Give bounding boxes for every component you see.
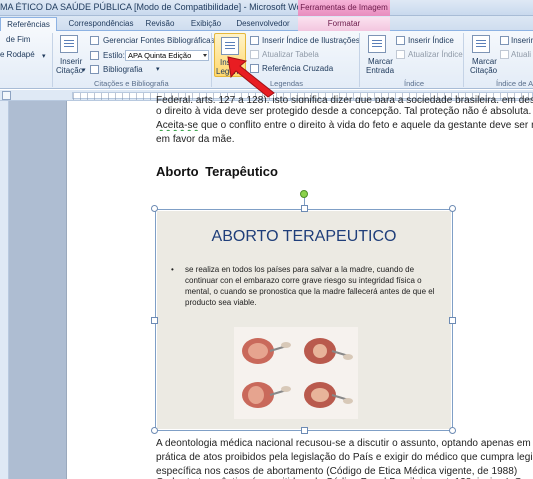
insert-table-of-authorities-button[interactable]: Inserir bbox=[511, 36, 533, 45]
document-heading: Aborto Terapêutico bbox=[156, 164, 278, 179]
mark-entry-button-line1[interactable]: Marcar bbox=[368, 57, 393, 66]
illustration-panel-1 bbox=[242, 338, 291, 364]
group-separator bbox=[463, 33, 464, 87]
tab-selector[interactable] bbox=[2, 91, 11, 100]
group-separator bbox=[52, 33, 53, 87]
surgery-illustration bbox=[234, 327, 358, 419]
slide-title: ABORTO TERAPEUTICO bbox=[211, 228, 397, 245]
document-line: específica nos casos de abortamento (Cód… bbox=[156, 466, 518, 477]
resize-handle-right[interactable] bbox=[449, 317, 456, 324]
picture-tools-context-title: Ferramentas de Imagem bbox=[298, 0, 390, 16]
slide-bullet-text: • se realiza en todos los países para sa… bbox=[171, 264, 443, 308]
tab-exibicao[interactable]: Exibição bbox=[186, 17, 226, 31]
document-word-grammar-flag: Aceita-se bbox=[156, 120, 199, 131]
document-line: Aceita-se que o conflito entre o direito… bbox=[156, 120, 533, 131]
insert-index-icon bbox=[396, 36, 405, 45]
manage-sources-icon bbox=[90, 36, 99, 45]
bullet-icon: • bbox=[171, 265, 174, 274]
ribbon-partial-rodape[interactable]: e Rodapé bbox=[0, 50, 35, 59]
insert-citation-icon bbox=[60, 35, 78, 53]
group-separator bbox=[211, 33, 212, 87]
tab-desenvolvedor[interactable]: Desenvolvedor bbox=[233, 17, 293, 31]
resize-handle-bottom[interactable] bbox=[301, 427, 308, 434]
mark-citation-button-line1[interactable]: Marcar bbox=[472, 57, 497, 66]
insert-caption-icon bbox=[221, 37, 239, 55]
style-select[interactable]: APA Quinta Edição bbox=[125, 50, 209, 61]
vertical-ruler[interactable] bbox=[0, 101, 9, 479]
ribbon-tabs: Referências Correspondências Revisão Exi… bbox=[0, 16, 533, 32]
document-line-partial: Federal, arts. 127 a 128), isto signific… bbox=[156, 95, 533, 103]
window-title: MA ÉTICO DA SAÚDE PÚBLICA [Modo de Compa… bbox=[0, 2, 310, 12]
insert-table-of-authorities-icon bbox=[500, 36, 509, 45]
tab-correspondencias[interactable]: Correspondências bbox=[62, 17, 140, 31]
document-line: o direito à vida deve ser protegido desd… bbox=[156, 106, 532, 117]
tab-referencias[interactable]: Referências bbox=[0, 17, 57, 32]
style-select-value: APA Quinta Edição bbox=[128, 51, 192, 60]
resize-handle-bottom-left[interactable] bbox=[151, 427, 158, 434]
embedded-slide-picture[interactable]: ABORTO TERAPEUTICO • se realiza en todos… bbox=[157, 211, 451, 429]
chevron-down-icon: ▾ bbox=[42, 53, 46, 60]
resize-handle-top-left[interactable] bbox=[151, 205, 158, 212]
red-arrow-annotation-icon bbox=[227, 56, 275, 98]
resize-handle-top-right[interactable] bbox=[449, 205, 456, 212]
resize-handle-bottom-right[interactable] bbox=[449, 427, 456, 434]
update-index-button[interactable]: Atualizar Índice bbox=[408, 50, 463, 59]
tab-revisao[interactable]: Revisão bbox=[142, 17, 178, 31]
mark-citation-icon bbox=[472, 35, 490, 53]
tab-formatar[interactable]: Formatar bbox=[298, 17, 390, 31]
chevron-down-icon: ▾ bbox=[156, 66, 160, 73]
document-line-rest: que o conflito entre o direito à vida do… bbox=[200, 120, 533, 131]
manage-sources-button[interactable]: Gerenciar Fontes Bibliográficas bbox=[103, 36, 215, 45]
group-separator bbox=[359, 33, 360, 87]
title-bar: MA ÉTICO DA SAÚDE PÚBLICA [Modo de Compa… bbox=[0, 0, 533, 16]
resize-handle-left[interactable] bbox=[151, 317, 158, 324]
illustration-panel-3 bbox=[242, 382, 291, 408]
group-label-indice: Índice bbox=[404, 79, 425, 88]
document-line: em favor da mãe. bbox=[156, 134, 235, 145]
illustration-panel-2 bbox=[304, 338, 353, 364]
rotation-handle[interactable] bbox=[300, 190, 308, 198]
chevron-down-icon: ▾ bbox=[82, 67, 86, 74]
insert-table-of-figures-button[interactable]: Inserir Índice de Ilustrações bbox=[262, 36, 360, 45]
insert-table-of-figures-icon bbox=[250, 36, 259, 45]
resize-handle-top[interactable] bbox=[301, 205, 308, 212]
update-authorities-icon bbox=[500, 50, 509, 59]
insert-index-button[interactable]: Inserir Índice bbox=[408, 36, 454, 45]
style-label: Estilo: bbox=[103, 51, 125, 60]
group-label-indice-de-autoridades: Índice de A bbox=[496, 79, 533, 88]
update-authorities-button[interactable]: Atuali bbox=[511, 50, 531, 59]
mark-entry-icon bbox=[368, 35, 386, 53]
bibliography-icon bbox=[90, 65, 99, 74]
style-icon bbox=[90, 51, 99, 60]
illustration-panel-4 bbox=[304, 382, 353, 408]
ribbon-partial-fim[interactable]: de Fim bbox=[6, 35, 30, 44]
bibliography-button[interactable]: Bibliografia bbox=[103, 65, 143, 74]
document-line: A deontologia médica nacional recusou-se… bbox=[156, 438, 531, 449]
document-line: prática de atos proibidos pela legislaçã… bbox=[156, 452, 533, 463]
slide-bullet-content: se realiza en todos los países para salv… bbox=[185, 265, 435, 307]
insert-citation-button-line2[interactable]: Citação bbox=[56, 66, 83, 75]
mark-entry-button-line2[interactable]: Entrada bbox=[366, 66, 394, 75]
chevron-down-icon bbox=[203, 54, 207, 57]
group-label-citacoes: Citações e Bibliografia bbox=[94, 79, 169, 88]
workspace-background bbox=[0, 101, 66, 479]
mark-citation-button-line2[interactable]: Citação bbox=[470, 66, 497, 75]
update-index-icon bbox=[396, 50, 405, 59]
insert-citation-button-line1[interactable]: Inserir bbox=[60, 57, 82, 66]
